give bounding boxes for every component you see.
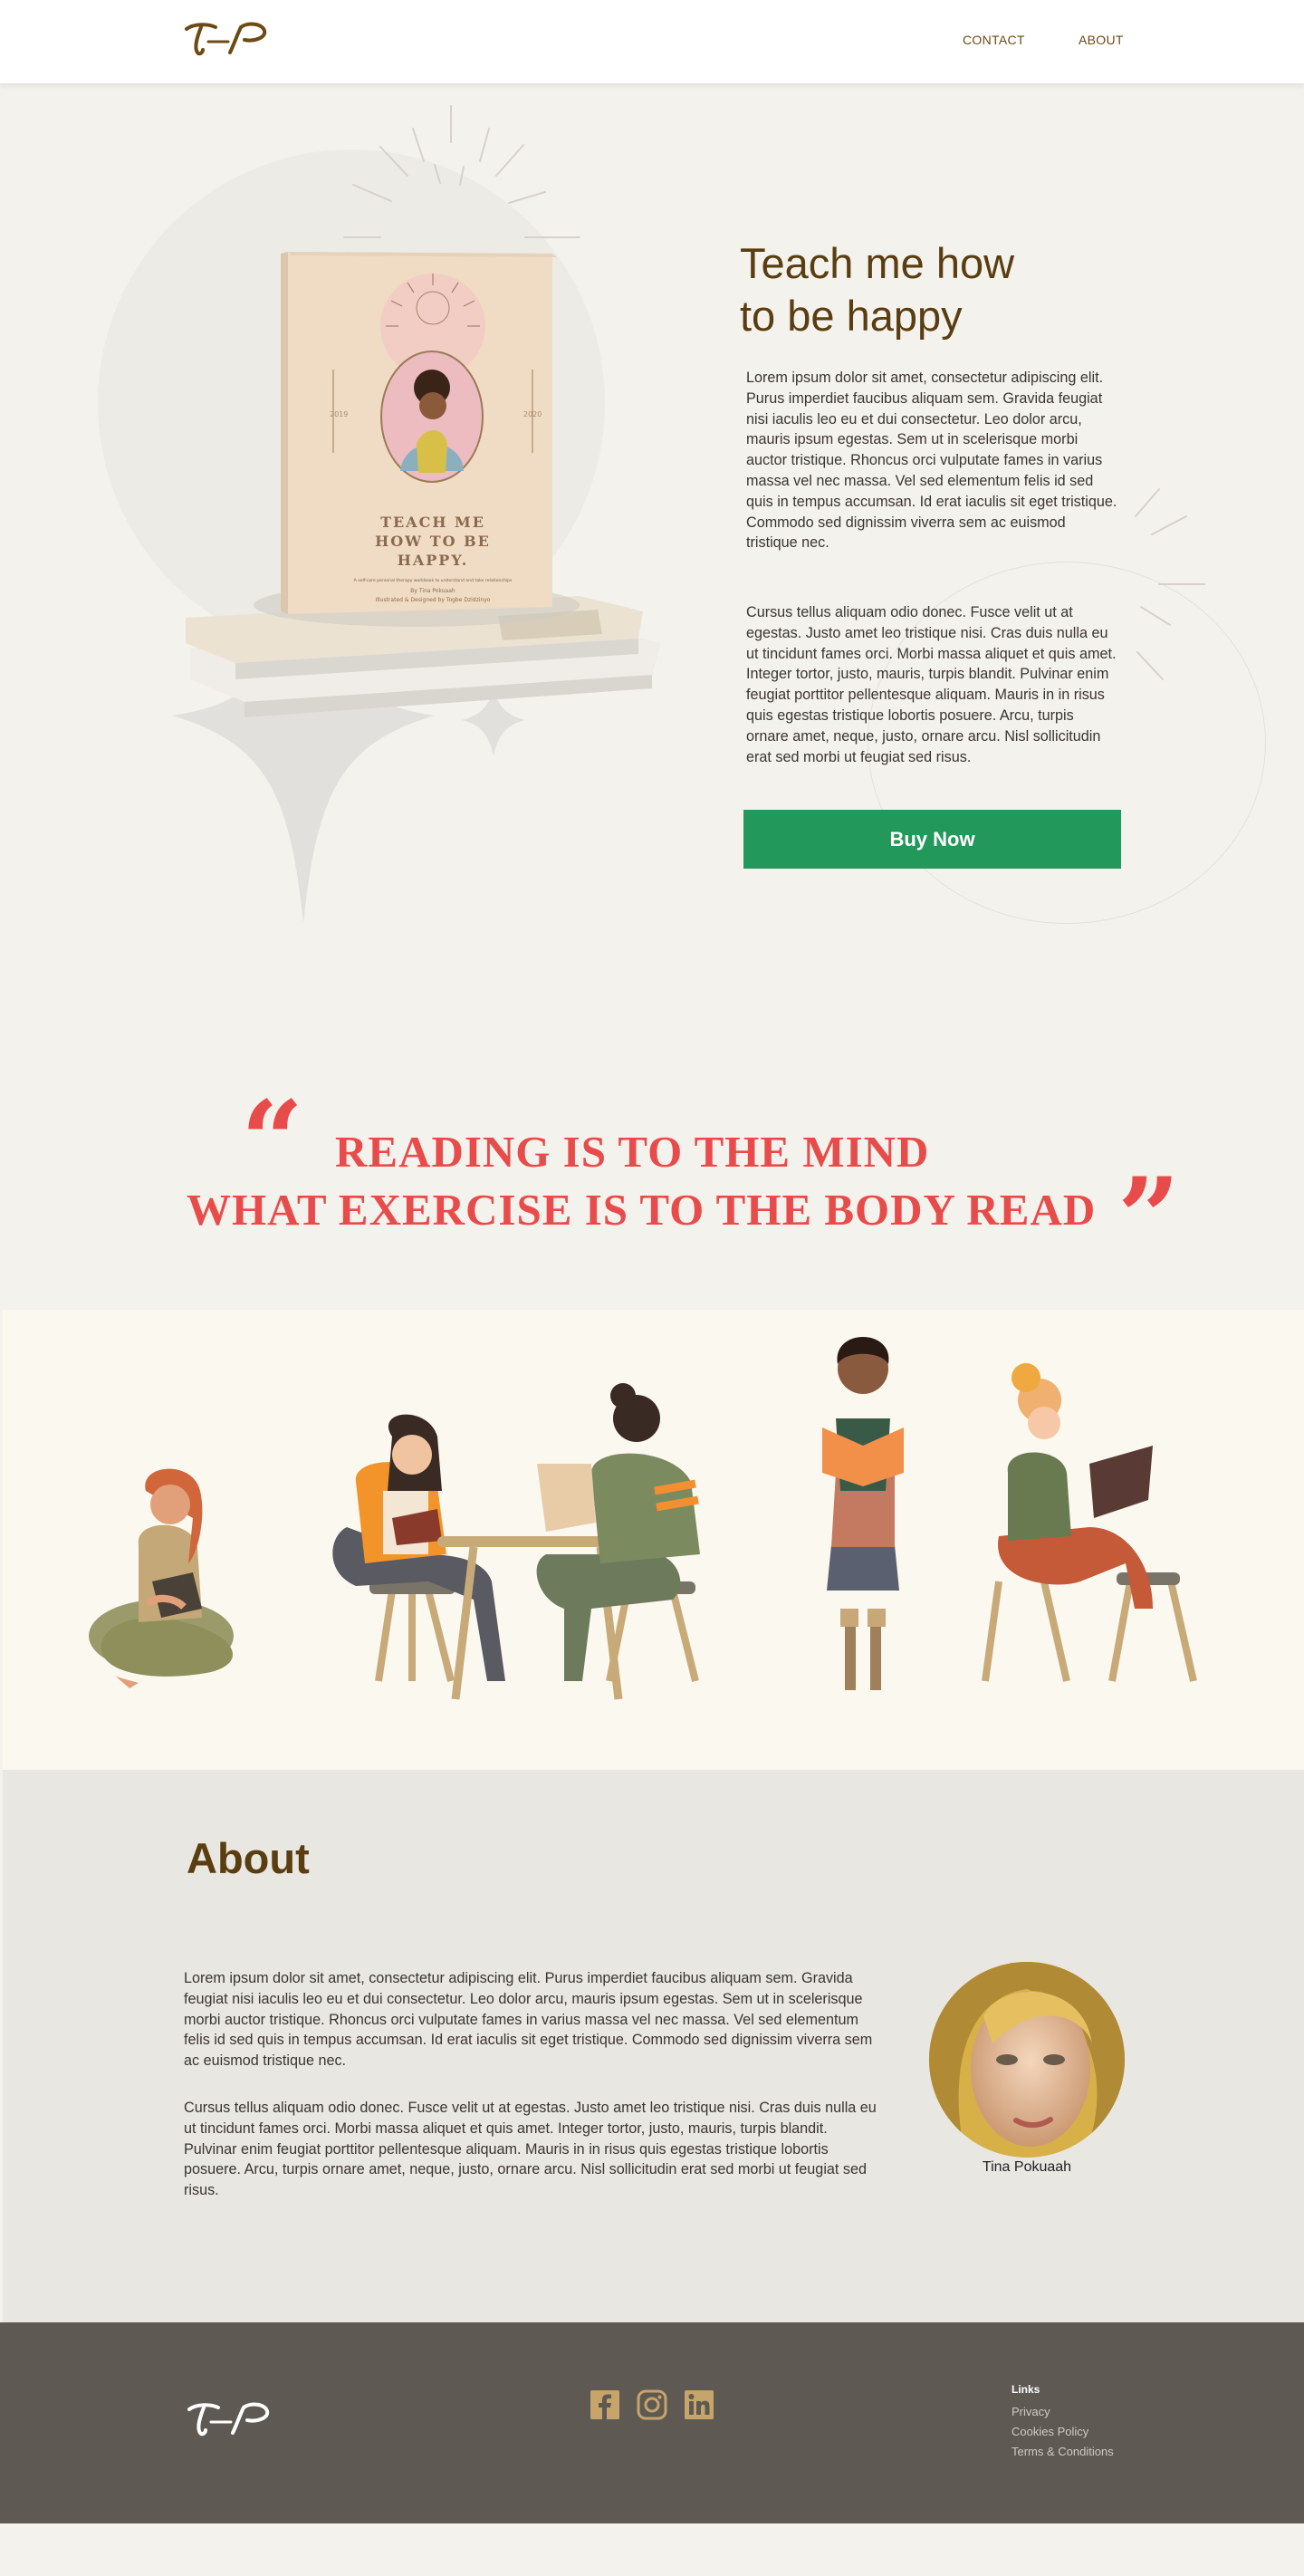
footer-logo[interactable] — [184, 2398, 278, 2440]
book-cover-title-3: HAPPY. — [398, 552, 469, 569]
readers-illustration-band — [3, 1310, 1304, 1770]
site-header: CONTACT ABOUT — [0, 0, 1304, 83]
reader-sitting-floor — [89, 1468, 234, 1688]
site-logo[interactable] — [181, 18, 275, 60]
linkedin-icon[interactable] — [684, 2389, 714, 2420]
reader-orange-jacket — [332, 1414, 505, 1682]
reader-standing — [822, 1337, 904, 1690]
quote-open-mark: “ — [241, 1077, 304, 1205]
footer-link-privacy[interactable]: Privacy — [1012, 2405, 1050, 2418]
hero-paragraph-2: Cursus tellus aliquam odio donec. Fusce … — [746, 604, 1117, 765]
quote-close-mark: ” — [1117, 1154, 1181, 1282]
footer-link-cookies-policy[interactable]: Cookies Policy — [1012, 2425, 1088, 2438]
footer-link-terms[interactable]: Terms & Conditions — [1012, 2445, 1114, 2458]
reader-yellow-hair — [982, 1363, 1197, 1682]
book-cover-title-2: HOW TO BE — [375, 533, 491, 550]
book-cover-tagline: A self-care personal therapy workbook to… — [354, 578, 513, 583]
about-title: About — [187, 1834, 310, 1882]
book-cover-author: By Tina Pokuaah — [410, 588, 455, 594]
author-avatar — [929, 1962, 1125, 2158]
book-cover-side-left: 2019 — [330, 410, 348, 418]
instagram-icon[interactable] — [637, 2389, 667, 2420]
hero-title-line-1: Teach me how — [740, 239, 1015, 287]
nav-contact-link[interactable]: CONTACT — [963, 33, 1025, 47]
hero-title: Teach me how to be happy — [740, 237, 1120, 342]
author-name: Tina Pokuaah — [982, 2159, 1072, 2175]
footer-links-title: Links — [1012, 2383, 1040, 2396]
readers-illustration — [89, 1337, 1197, 1700]
hero-paragraph-1: Lorem ipsum dolor sit amet, consectetur … — [746, 370, 1117, 552]
hero-title-line-2: to be happy — [740, 292, 963, 340]
book-cover-credit: Illustrated & Designed by Togbe Dzidziny… — [376, 597, 491, 603]
nav-about-link[interactable]: ABOUT — [1079, 33, 1124, 47]
about-paragraph-1: Lorem ipsum dolor sit amet, consectetur … — [184, 1970, 873, 2070]
book-cover-side-right: 2020 — [523, 410, 542, 418]
facebook-icon[interactable] — [590, 2389, 620, 2420]
book-cover-title-1: TEACH ME — [380, 514, 485, 531]
book-mockup-image: 2019 2020 TEACH ME HOW TO BE HAPPY. A se… — [172, 252, 661, 924]
buy-now-button[interactable]: Buy Now — [743, 810, 1121, 869]
quote-line-1: READING IS TO THE MIND — [335, 1127, 930, 1177]
quote-line-2: WHAT EXERCISE IS TO THE BODY READ — [187, 1185, 1097, 1235]
reader-green-sweater — [536, 1383, 700, 1682]
about-paragraph-2: Cursus tellus aliquam odio donec. Fusce … — [184, 2100, 877, 2199]
